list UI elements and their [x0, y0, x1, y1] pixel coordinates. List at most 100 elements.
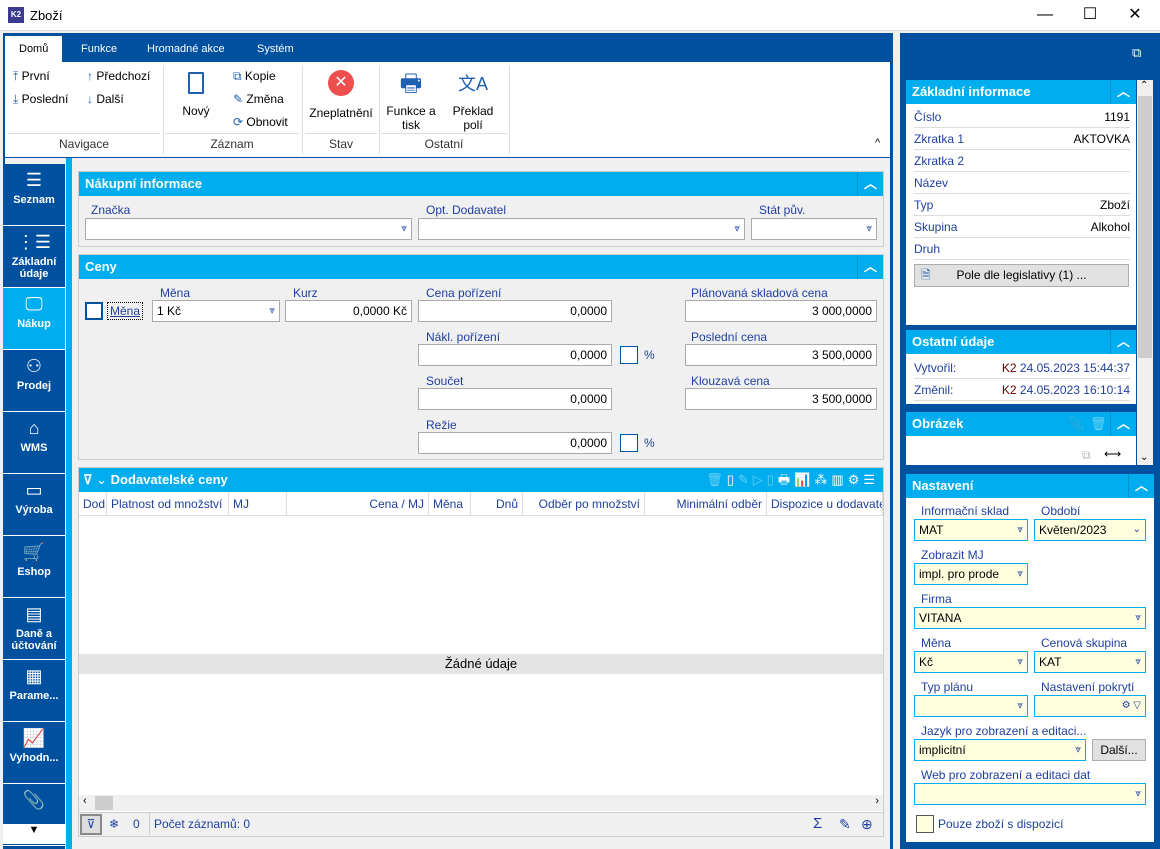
- dropdown-icon[interactable]: ⩔: [734, 219, 740, 239]
- filter-icon[interactable]: ⊽: [80, 814, 102, 835]
- only-available-checkbox[interactable]: [916, 815, 934, 833]
- language-field[interactable]: implicitní ⩔: [914, 739, 1086, 761]
- scroll-up-icon[interactable]: ⌃: [1140, 80, 1148, 91]
- delete-icon[interactable]: 🗑: [1090, 412, 1107, 436]
- dropdown-icon[interactable]: ⩔: [1135, 784, 1141, 804]
- coverage-field[interactable]: ⚙ ▽: [1034, 695, 1146, 717]
- new-button[interactable]: Nový: [175, 72, 217, 118]
- unit-field[interactable]: impl. pro prode ⩔: [914, 563, 1028, 585]
- brand-field[interactable]: ⩔: [85, 218, 412, 240]
- nav-item-5[interactable]: ⌂ WMS: [3, 412, 65, 474]
- invalidate-button[interactable]: ✕ Zneplatnění: [305, 70, 377, 120]
- collapse-icon[interactable]: ︿: [857, 172, 883, 196]
- previous-button[interactable]: ↑ Předchozí: [87, 69, 150, 83]
- gear-icon[interactable]: ⚙: [848, 472, 864, 487]
- planned-price-field[interactable]: 3 000,0000: [685, 300, 877, 322]
- scroll-thumb[interactable]: [95, 796, 113, 810]
- company-field[interactable]: VITANA ⩔: [914, 607, 1146, 629]
- printer-icon[interactable]: 🖶: [778, 472, 794, 487]
- scroll-thumb[interactable]: [1138, 96, 1152, 358]
- nav-item-1[interactable]: ☰ Seznam: [3, 164, 65, 226]
- country-field[interactable]: ⩔: [751, 218, 877, 240]
- currency-field[interactable]: 1 Kč ⩔: [152, 300, 280, 322]
- refresh-button[interactable]: ⟳ Obnovit: [233, 115, 288, 129]
- column-header[interactable]: Cena / MJ: [287, 492, 429, 516]
- tab-domu[interactable]: Domů: [5, 36, 63, 62]
- floating-price-field[interactable]: 3 500,0000: [685, 388, 877, 410]
- group-icon[interactable]: ⁂: [814, 472, 831, 487]
- scroll-down-icon[interactable]: ⌄: [1140, 452, 1148, 463]
- columns-icon[interactable]: ▥: [831, 472, 847, 487]
- column-header[interactable]: Dnů: [471, 492, 523, 516]
- edit-icon[interactable]: ✎: [738, 472, 753, 487]
- last-price-field[interactable]: 3 500,0000: [685, 344, 877, 366]
- first-button[interactable]: ⤒ První: [13, 69, 50, 84]
- fit-width-icon[interactable]: ⟷: [1104, 447, 1121, 461]
- dropdown-icon[interactable]: ⩔: [1017, 564, 1023, 584]
- chevron-down-icon[interactable]: ⌄: [96, 472, 107, 487]
- tab-system[interactable]: Systém: [243, 36, 308, 62]
- new-icon[interactable]: ▯: [727, 472, 738, 487]
- column-header[interactable]: Dispozice u dodavate: [767, 492, 883, 516]
- column-header[interactable]: MJ: [229, 492, 287, 516]
- popout-icon[interactable]: ⧉: [1132, 45, 1141, 61]
- price-group-field[interactable]: KAT ⩔: [1034, 651, 1146, 673]
- dropdown-icon[interactable]: ⩔: [1017, 520, 1023, 540]
- collapse-icon[interactable]: ︿: [1128, 474, 1154, 498]
- column-header[interactable]: Odběr po množství: [523, 492, 645, 516]
- minimize-button[interactable]: —: [1025, 4, 1065, 26]
- acquisition-cost-percent-checkbox[interactable]: [620, 346, 638, 364]
- column-header[interactable]: Měna: [429, 492, 471, 516]
- snowflake-icon[interactable]: ❄: [109, 813, 119, 835]
- gear-dropdown-icon[interactable]: ⚙ ▽: [1122, 696, 1141, 716]
- collapse-ribbon-icon[interactable]: ^: [875, 137, 880, 149]
- tab-funkce[interactable]: Funkce: [67, 36, 131, 62]
- copy-icon[interactable]: ▯: [767, 472, 778, 487]
- column-header[interactable]: Platnost od množství: [107, 492, 229, 516]
- scroll-left-icon[interactable]: ‹: [83, 795, 87, 807]
- nav-item-7[interactable]: 🛒 Eshop: [3, 536, 65, 598]
- next-button[interactable]: ↓ Další: [87, 92, 124, 106]
- nav-item-6[interactable]: ▭ Výroba: [3, 474, 65, 536]
- collapse-icon[interactable]: ︿: [1110, 330, 1136, 354]
- supplier-field[interactable]: ⩔: [418, 218, 745, 240]
- nav-item-9[interactable]: ▦ Parame...: [3, 660, 65, 722]
- collapse-icon[interactable]: ︿: [1110, 412, 1136, 436]
- collapse-icon[interactable]: ︿: [857, 255, 883, 279]
- translate-fields-button[interactable]: 文A Překlad polí: [449, 70, 497, 132]
- rate-field[interactable]: 0,0000 Kč: [285, 300, 412, 322]
- menu-icon[interactable]: ☰: [863, 472, 879, 487]
- tab-hromadne-akce[interactable]: Hromadné akce: [133, 36, 239, 62]
- nav-item-2[interactable]: ⋮☰ Základní údaje: [3, 226, 65, 288]
- dropdown-icon[interactable]: ⩔: [269, 301, 275, 321]
- legislation-fields-button[interactable]: 🗎 Pole dle legislativy (1) ...: [914, 264, 1129, 287]
- maximize-button[interactable]: ☐: [1070, 4, 1110, 26]
- column-header[interactable]: Dod: [79, 492, 107, 516]
- column-header[interactable]: Minimální odběr: [645, 492, 767, 516]
- sum-field[interactable]: 0,0000: [418, 388, 612, 410]
- right-scrollbar[interactable]: ⌃ ⌄: [1137, 80, 1153, 465]
- currency-field[interactable]: Kč ⩔: [914, 651, 1028, 673]
- print-button[interactable]: 🖶 Funkce a tisk: [385, 70, 437, 132]
- nav-more-icon[interactable]: ▼: [3, 824, 65, 844]
- dropdown-icon[interactable]: ⩔: [1017, 696, 1023, 716]
- dropdown-icon[interactable]: ⩔: [401, 219, 407, 239]
- scroll-right-icon[interactable]: ›: [875, 795, 879, 807]
- overhead-percent-checkbox[interactable]: [620, 434, 638, 452]
- more-button[interactable]: Další...: [1092, 739, 1146, 761]
- pencil-icon[interactable]: ✎: [839, 813, 851, 835]
- nav-item-10[interactable]: 📈 Vyhodn...: [3, 722, 65, 784]
- horizontal-scrollbar[interactable]: ‹ ›: [79, 795, 883, 811]
- last-button[interactable]: ⤓ Poslední: [13, 92, 68, 107]
- info-store-field[interactable]: MAT ⩔: [914, 519, 1028, 541]
- filter-icon[interactable]: ⊽: [83, 472, 93, 487]
- web-field[interactable]: ⩔: [914, 783, 1146, 805]
- dropdown-icon[interactable]: ⩔: [1075, 740, 1081, 760]
- play-icon[interactable]: ▷: [753, 472, 767, 487]
- nav-item-8[interactable]: ▤ Daně a účtování: [3, 598, 65, 660]
- dropdown-icon[interactable]: ⩔: [1135, 608, 1141, 628]
- dropdown-icon[interactable]: ⩔: [866, 219, 872, 239]
- attach-icon[interactable]: 📎: [1068, 412, 1084, 436]
- overhead-field[interactable]: 0,0000: [418, 432, 612, 454]
- plan-type-field[interactable]: ⩔: [914, 695, 1028, 717]
